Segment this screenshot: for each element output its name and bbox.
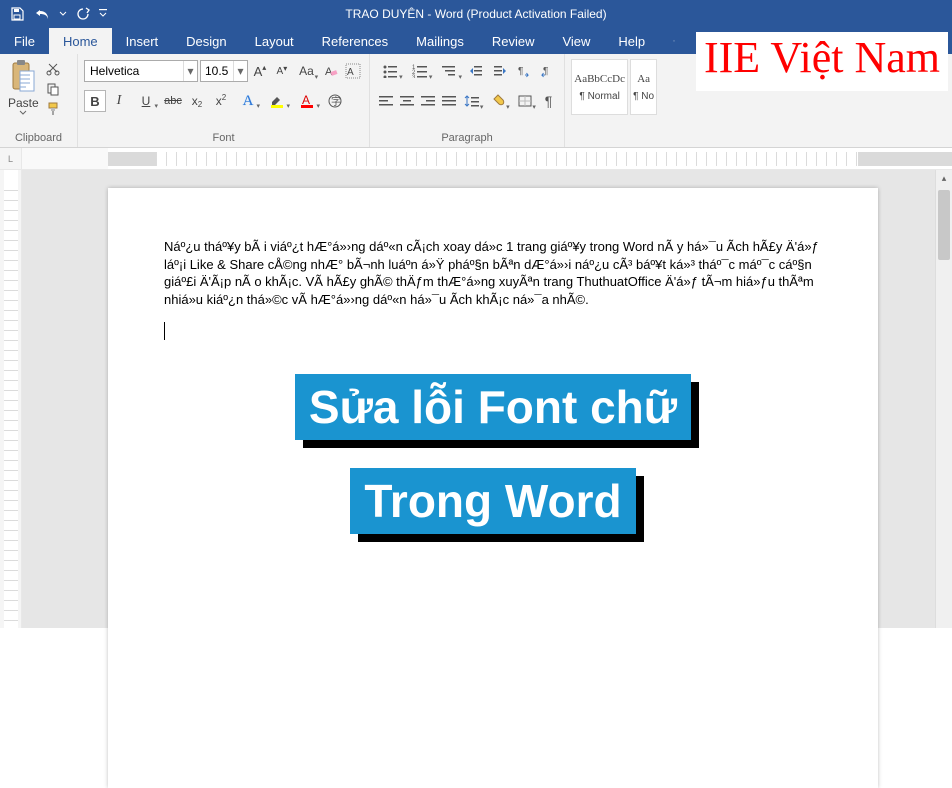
multilevel-list-icon[interactable]: ▾	[435, 60, 463, 82]
tell-me-icon[interactable]	[659, 28, 689, 54]
tab-mailings[interactable]: Mailings	[402, 28, 478, 54]
enclose-characters-icon[interactable]: 字	[324, 90, 346, 112]
tab-design[interactable]: Design	[172, 28, 240, 54]
tab-insert[interactable]: Insert	[112, 28, 173, 54]
headline-1: Sửa lỗi Font chữ	[295, 374, 691, 440]
body-paragraph: Náº¿u tháº¥y bÃ i viáº¿t hÆ°á»›ng dáº«n …	[164, 238, 822, 308]
chevron-down-icon[interactable]: ▾	[183, 61, 197, 81]
group-clipboard-label: Clipboard	[6, 130, 71, 147]
svg-text:3: 3	[412, 75, 416, 78]
scroll-up-icon[interactable]: ▴	[936, 170, 952, 187]
style-name: ¶ No	[633, 91, 654, 102]
superscript-button[interactable]: x2	[210, 90, 232, 112]
svg-text:¶: ¶	[518, 66, 523, 77]
group-font-label: Font	[84, 130, 363, 147]
shrink-font-icon[interactable]: A▾	[272, 60, 292, 82]
tab-home[interactable]: Home	[49, 28, 112, 54]
italic-button[interactable]: I	[108, 90, 130, 112]
save-icon[interactable]	[4, 1, 30, 27]
copy-icon[interactable]	[44, 80, 62, 98]
chevron-down-icon[interactable]: ▾	[233, 61, 247, 81]
highlight-icon[interactable]: ▾	[264, 90, 292, 112]
tab-selector-icon[interactable]: L	[0, 148, 22, 169]
headline-1-text: Sửa lỗi Font chữ	[295, 374, 691, 440]
borders-icon[interactable]: ▾	[513, 90, 537, 112]
style-normal[interactable]: AaBbCcDc ¶ Normal	[571, 59, 628, 115]
numbering-icon[interactable]: 123▾	[406, 60, 434, 82]
show-marks-icon[interactable]: ¶	[539, 90, 558, 112]
text-effects-icon[interactable]: A▾	[234, 90, 262, 112]
ruler-horizontal: L	[0, 148, 952, 170]
phonetic-guide-icon[interactable]: A	[343, 60, 363, 82]
undo-dropdown-icon[interactable]	[56, 1, 70, 27]
increase-indent-icon[interactable]	[489, 60, 511, 82]
scroll-thumb[interactable]	[938, 190, 950, 260]
font-name-value: Helvetica	[85, 64, 183, 78]
svg-text:A: A	[347, 67, 354, 78]
change-case-icon[interactable]: Aa▾	[294, 60, 319, 82]
font-size-combo[interactable]: 10.5 ▾	[200, 60, 248, 82]
tab-view[interactable]: View	[548, 28, 604, 54]
justify-icon[interactable]	[439, 90, 458, 112]
paste-label: Paste	[8, 96, 39, 110]
style-no-spacing[interactable]: Aa ¶ No	[630, 59, 657, 115]
paste-dropdown-icon[interactable]	[19, 110, 27, 116]
group-paragraph-label: Paragraph	[376, 130, 558, 147]
bullets-icon[interactable]: ▾	[376, 60, 404, 82]
align-left-icon[interactable]	[376, 90, 395, 112]
vertical-scrollbar[interactable]: ▴	[935, 170, 952, 628]
subscript-button[interactable]: x2	[186, 90, 208, 112]
text-cursor	[164, 322, 165, 340]
tab-file[interactable]: File	[0, 28, 49, 54]
svg-text:字: 字	[331, 95, 341, 108]
grow-font-icon[interactable]: A▴	[250, 60, 270, 82]
brand-overlay: IIE Việt Nam	[696, 32, 948, 91]
tab-review[interactable]: Review	[478, 28, 549, 54]
titlebar: TRAO DUYÊN - Word (Product Activation Fa…	[0, 0, 952, 28]
ruler-scale[interactable]	[108, 148, 952, 169]
tab-references[interactable]: References	[308, 28, 402, 54]
ruler-vertical[interactable]	[0, 170, 22, 628]
headline-2: Trong Word	[350, 468, 635, 534]
style-preview: Aa	[637, 73, 650, 85]
align-center-icon[interactable]	[397, 90, 416, 112]
tab-help[interactable]: Help	[604, 28, 659, 54]
paste-button[interactable]	[9, 57, 37, 95]
svg-text:A: A	[302, 93, 310, 107]
window-title: TRAO DUYÊN - Word (Product Activation Fa…	[345, 7, 606, 21]
rtl-direction-icon[interactable]: ¶	[536, 60, 558, 82]
ltr-direction-icon[interactable]: ¶	[513, 60, 535, 82]
group-paragraph: ▾ 123▾ ▾ ¶ ¶ ▾ ▾ ▾ ¶ Paragraph	[370, 54, 565, 147]
quick-access-toolbar	[0, 1, 110, 27]
underline-button[interactable]: U▾	[132, 90, 160, 112]
page[interactable]: Náº¿u tháº¥y bÃ i viáº¿t hÆ°á»›ng dáº«n …	[108, 188, 878, 788]
group-clipboard: Paste Clipboard	[0, 54, 78, 147]
undo-icon[interactable]	[30, 1, 56, 27]
tab-layout[interactable]: Layout	[241, 28, 308, 54]
headline-2-text: Trong Word	[350, 468, 635, 534]
line-spacing-icon[interactable]: ▾	[460, 90, 484, 112]
strikethrough-button[interactable]: abc	[162, 90, 184, 112]
decrease-indent-icon[interactable]	[465, 60, 487, 82]
font-size-value: 10.5	[201, 64, 233, 78]
shading-icon[interactable]: ▾	[486, 90, 510, 112]
font-color-icon[interactable]: A▾	[294, 90, 322, 112]
group-styles-label	[571, 142, 659, 147]
bold-button[interactable]: B	[84, 90, 106, 112]
group-styles: AaBbCcDc ¶ Normal Aa ¶ No	[565, 54, 665, 147]
qat-customize-icon[interactable]	[96, 1, 110, 27]
style-name: ¶ Normal	[579, 91, 619, 102]
document-area: Náº¿u tháº¥y bÃ i viáº¿t hÆ°á»›ng dáº«n …	[0, 170, 952, 628]
redo-icon[interactable]	[70, 1, 96, 27]
align-right-icon[interactable]	[418, 90, 437, 112]
format-painter-icon[interactable]	[44, 100, 62, 118]
group-font: Helvetica ▾ 10.5 ▾ A▴ A▾ Aa▾ A A B	[78, 54, 370, 147]
font-name-combo[interactable]: Helvetica ▾	[84, 60, 198, 82]
style-preview: AaBbCcDc	[574, 73, 625, 85]
clear-formatting-icon[interactable]: A	[321, 60, 341, 82]
cut-icon[interactable]	[44, 60, 62, 78]
